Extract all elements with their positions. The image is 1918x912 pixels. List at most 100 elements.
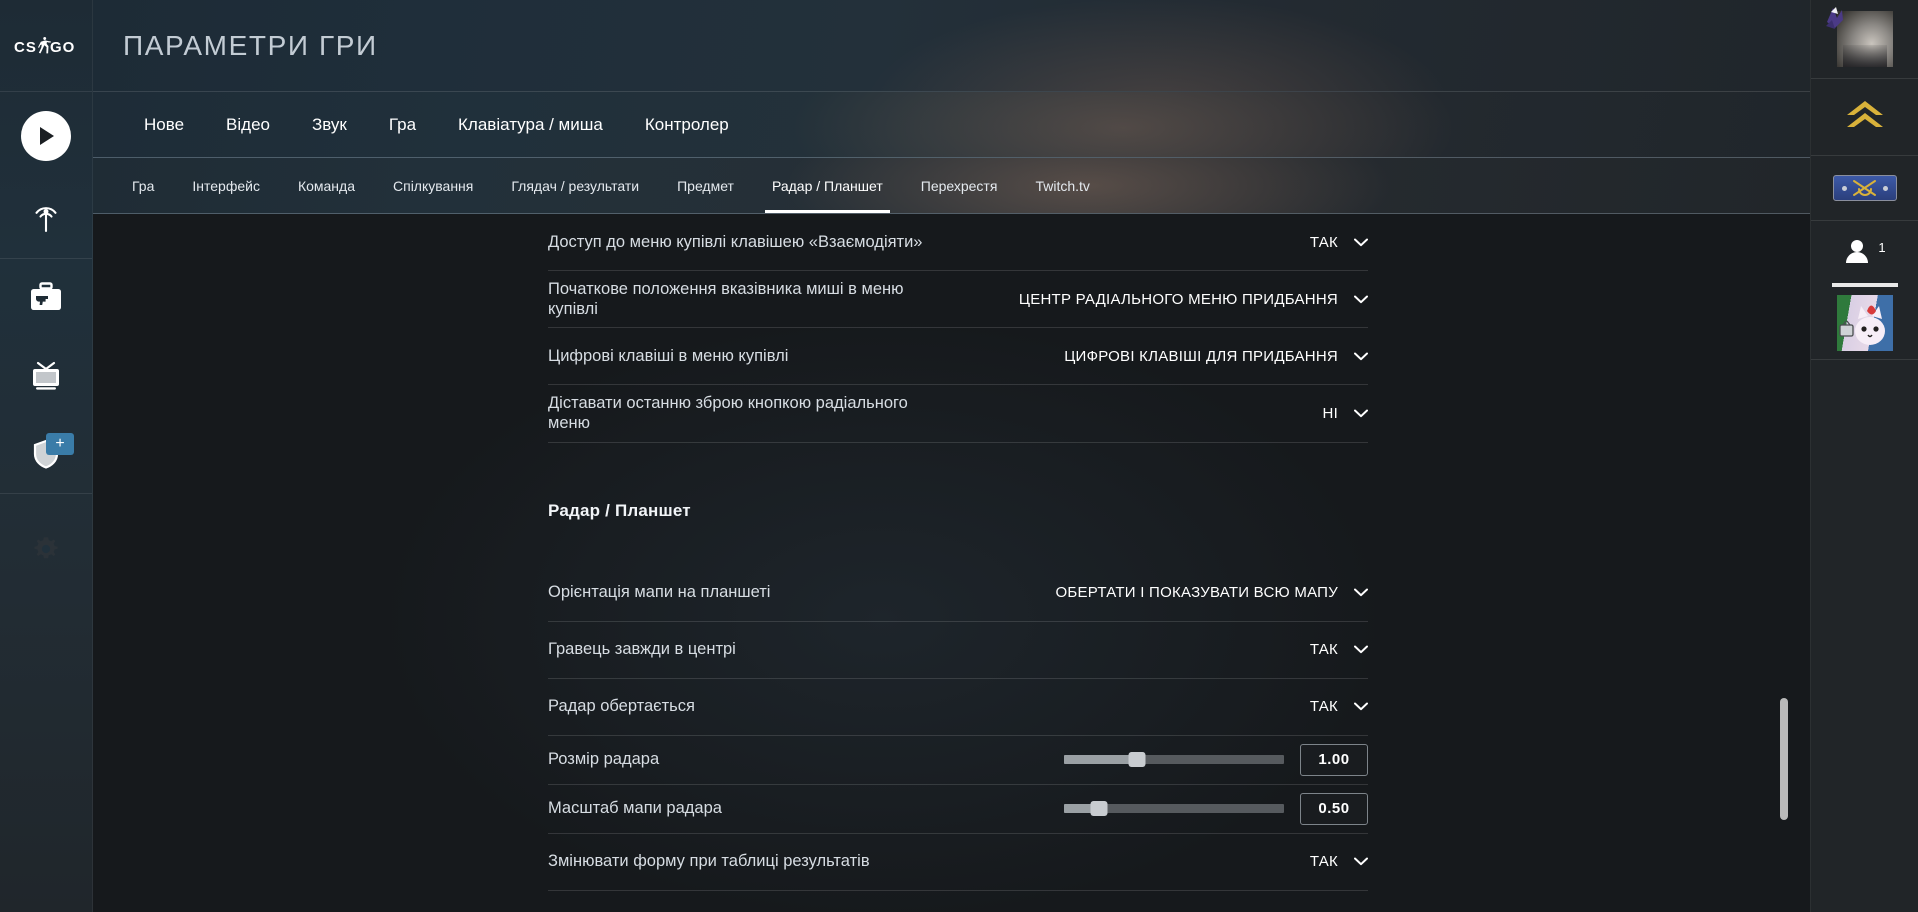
left-sidebar: CS GO +: [0, 0, 93, 912]
sidebar-item-broadcast[interactable]: [0, 180, 92, 258]
chevron-down-icon: [1354, 645, 1368, 654]
friends-divider: [1831, 283, 1898, 287]
subtab-team[interactable]: Команда: [279, 158, 374, 213]
tab-keyboard-mouse[interactable]: Клавіатура / миша: [437, 115, 624, 135]
scrollbar[interactable]: [1780, 214, 1788, 912]
svg-text:CS: CS: [14, 39, 37, 56]
rank-chevrons-icon: [1846, 101, 1883, 127]
shield-add-badge[interactable]: +: [46, 433, 74, 455]
subtab-twitch[interactable]: Twitch.tv: [1016, 158, 1108, 213]
setting-label: Гравець завжди в центрі: [548, 640, 736, 659]
subtab-radar-tablet[interactable]: Радар / Планшет: [753, 158, 902, 213]
service-medal[interactable]: [1811, 156, 1918, 220]
setting-value: ЦИФРОВІ КЛАВІШІ ДЛЯ ПРИДБАННЯ: [1064, 347, 1338, 365]
avatar-image: [1836, 11, 1893, 67]
setting-label: Розмір радара: [548, 750, 660, 769]
broadcast-antenna-icon: [35, 207, 57, 233]
setting-label: Масштаб мапи радара: [548, 799, 722, 818]
tab-audio[interactable]: Звук: [291, 115, 368, 135]
chevron-down-icon: [1354, 702, 1368, 711]
setting-label: Цифрові клавіші в меню купівлі: [548, 347, 789, 366]
setting-value: НІ: [1322, 404, 1338, 422]
setting-row-buy-menu-cursor-position[interactable]: Початкове положення вказівника миші в ме…: [548, 271, 1368, 329]
sidebar-item-settings[interactable]: [0, 510, 92, 588]
scrollbar-thumb[interactable]: [1780, 698, 1788, 820]
subtab-game[interactable]: Гра: [113, 158, 173, 213]
friend-avatar-art: [1838, 305, 1885, 345]
subtab-communication[interactable]: Спілкування: [374, 158, 492, 213]
setting-control[interactable]: ТАК: [1310, 641, 1368, 658]
sidebar-item-watch[interactable]: [0, 337, 92, 415]
setting-value: ТАК: [1309, 641, 1338, 658]
subtab-crosshair[interactable]: Перехрестя: [902, 158, 1017, 213]
friends-section: 1: [1811, 221, 1918, 360]
chevron-down-icon: [1354, 857, 1368, 866]
chevron-down-icon: [1354, 409, 1368, 418]
friend-avatar[interactable]: [1811, 295, 1918, 359]
tab-new[interactable]: Нове: [123, 115, 205, 135]
weapon-case-icon: [31, 282, 61, 310]
subtab-spectator-scoreboard[interactable]: Глядач / результати: [492, 158, 658, 213]
setting-row-buy-menu-number-keys[interactable]: Цифрові клавіші в меню купівлі ЦИФРОВІ К…: [548, 328, 1368, 386]
setting-value: ОБЕРТАТИ І ПОКАЗУВАТИ ВСЮ МАПУ: [1055, 584, 1338, 601]
subtab-item[interactable]: Предмет: [658, 158, 753, 213]
setting-value: ЦЕНТР РАДІАЛЬНОГО МЕНЮ ПРИДБАННЯ: [1018, 290, 1338, 308]
tab-controller[interactable]: Контролер: [624, 115, 750, 135]
left-sidebar-group-play: [0, 92, 92, 259]
chevron-down-icon: [1354, 352, 1368, 360]
setting-row-radar-map-scale[interactable]: Масштаб мапи радара 0.50: [548, 785, 1368, 834]
setting-row-last-weapon-radial[interactable]: Діставати останню зброю кнопкою радіальн…: [548, 385, 1368, 443]
csgo-logo[interactable]: CS GO: [0, 0, 92, 92]
settings-list: Доступ до меню купівлі клавішею «Взаємод…: [548, 214, 1368, 891]
setting-control[interactable]: ТАК: [1310, 853, 1368, 870]
avatar[interactable]: [1811, 0, 1918, 78]
radar-size-value[interactable]: 1.00: [1300, 743, 1368, 776]
setting-row-radar-size[interactable]: Розмір радара 1.00: [548, 736, 1368, 785]
page-title: ПАРАМЕТРИ ГРИ: [123, 29, 378, 61]
rank-section: [1811, 79, 1918, 156]
slider-knob[interactable]: [1128, 752, 1146, 767]
sidebar-item-inventory[interactable]: [0, 259, 92, 337]
setting-row-buy-menu-use-key[interactable]: Доступ до меню купівлі клавішею «Взаємод…: [548, 214, 1368, 271]
chevron-down-icon: [1354, 588, 1368, 597]
setting-control[interactable]: 1.00: [1064, 743, 1368, 776]
setting-label: Початкове положення вказівника миші в ме…: [548, 280, 904, 319]
radar-map-scale-slider[interactable]: [1064, 801, 1284, 816]
medal-badge-icon: [1832, 175, 1897, 201]
setting-control[interactable]: ТАК: [1310, 698, 1368, 715]
setting-control[interactable]: ЦИФРОВІ КЛАВІШІ ДЛЯ ПРИДБАННЯ: [1064, 348, 1368, 365]
setting-control[interactable]: ОБЕРТАТИ І ПОКАЗУВАТИ ВСЮ МАПУ: [1055, 584, 1368, 601]
csgo-logo-icon: CS GO: [14, 36, 75, 56]
csgo-settings-screen: CS GO + 1 ПАРАМЕТРИ ГРИ Нове Відео Звук …: [0, 0, 1918, 912]
radar-size-slider[interactable]: [1064, 752, 1284, 767]
setting-control[interactable]: ЦЕНТР РАДІАЛЬНОГО МЕНЮ ПРИДБАННЯ: [1019, 291, 1368, 308]
setting-label: Діставати останню зброю кнопкою радіальн…: [548, 394, 908, 433]
subtab-interface[interactable]: Інтерфейс: [173, 158, 279, 213]
setting-value: ТАК: [1309, 233, 1338, 251]
crossed-rifles-icon: [1852, 180, 1876, 196]
settings-content: Доступ до меню купівлі клавішею «Взаємод…: [93, 214, 1810, 912]
tab-video[interactable]: Відео: [205, 115, 291, 135]
play-icon: [21, 111, 71, 161]
setting-row-shape-on-scoreboard[interactable]: Змінювати форму при таблиці результатів …: [548, 834, 1368, 891]
svg-text:GO: GO: [50, 39, 75, 56]
rank-badge[interactable]: [1811, 79, 1918, 155]
chevron-down-icon: [1354, 295, 1368, 303]
setting-value: ТАК: [1309, 698, 1338, 715]
section-heading-radar-tablet: Радар / Планшет: [548, 500, 691, 520]
setting-row-player-centered[interactable]: Гравець завжди в центрі ТАК: [548, 622, 1368, 679]
sidebar-item-play[interactable]: [0, 92, 92, 180]
tab-game[interactable]: Гра: [368, 115, 437, 135]
sidebar-item-shield[interactable]: +: [0, 415, 92, 493]
slider-knob[interactable]: [1090, 801, 1108, 816]
setting-control[interactable]: ТАК: [1310, 234, 1368, 251]
setting-control[interactable]: НІ: [1322, 404, 1368, 422]
profile-section: [1811, 0, 1918, 79]
setting-control[interactable]: 0.50: [1064, 792, 1368, 825]
setting-row-map-orientation[interactable]: Орієнтація мапи на планшеті ОБЕРТАТИ І П…: [548, 565, 1368, 622]
setting-row-radar-rotates[interactable]: Радар обертається ТАК: [548, 679, 1368, 736]
setting-value: ТАК: [1309, 853, 1338, 870]
friends-button[interactable]: 1: [1811, 221, 1918, 283]
radar-map-scale-value[interactable]: 0.50: [1300, 792, 1368, 825]
